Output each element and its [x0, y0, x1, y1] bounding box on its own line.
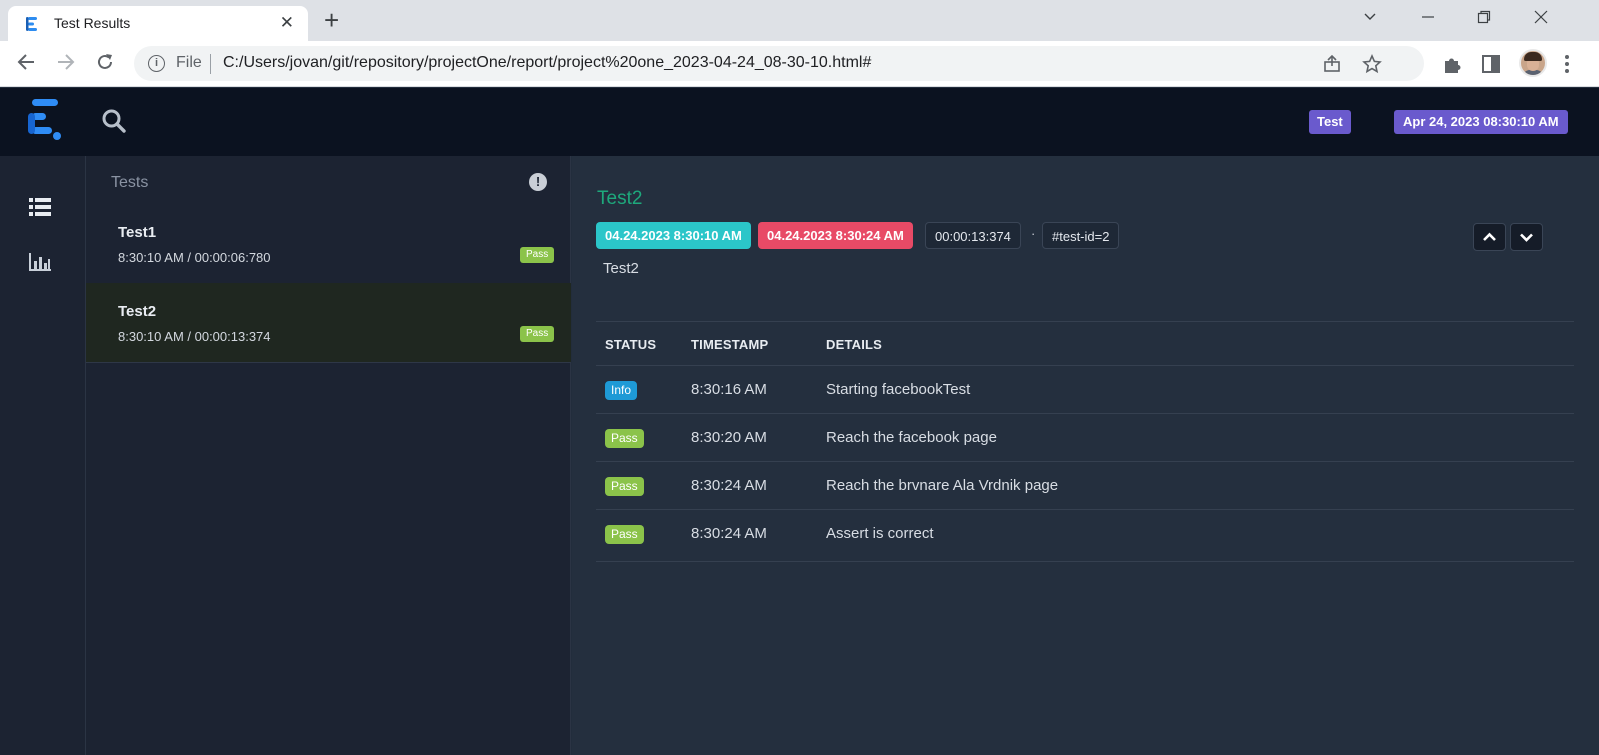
chevron-down-icon: [1520, 233, 1533, 242]
tab-title: Test Results: [54, 15, 131, 31]
test-status-badge: Pass: [520, 326, 555, 342]
test-list-panel: Tests ! Test1 8:30:10 AM / 00:00:06:780 …: [86, 156, 571, 755]
test-detail-panel: Test2 04.24.2023 8:30:10 AM 04.24.2023 8…: [572, 156, 1599, 755]
dashboard-chart-icon[interactable]: [28, 251, 52, 273]
address-prefix: File: [176, 54, 202, 71]
test-time-duration: 8:30:10 AM / 00:00:06:780: [118, 250, 271, 265]
forward-arrow-icon[interactable]: [55, 51, 77, 73]
end-time-chip: 04.24.2023 8:30:24 AM: [758, 222, 913, 249]
log-timestamp: 8:30:16 AM: [691, 381, 767, 398]
test-time-duration: 8:30:10 AM / 00:00:13:374: [118, 329, 271, 344]
site-info-icon[interactable]: i: [148, 55, 165, 72]
tab-search-chevron-icon[interactable]: [1363, 10, 1377, 24]
log-row: Pass 8:30:24 AM Assert is correct: [596, 509, 1574, 557]
nav-rail: [0, 156, 86, 755]
log-details: Reach the facebook page: [826, 429, 997, 446]
test-description: Test2: [603, 260, 639, 277]
log-timestamp: 8:30:24 AM: [691, 477, 767, 494]
back-arrow-icon[interactable]: [15, 51, 37, 73]
browser-tabstrip: Test Results ✕ +: [0, 0, 1599, 41]
start-time-chip: 04.24.2023 8:30:10 AM: [596, 222, 751, 249]
log-row: Pass 8:30:20 AM Reach the facebook page: [596, 413, 1574, 461]
log-table-bottom-border: [596, 561, 1574, 562]
chip-separator: ·: [1031, 226, 1036, 241]
browser-menu-icon[interactable]: [1562, 53, 1572, 75]
extent-report-favicon-icon: [26, 17, 37, 31]
log-details: Reach the brvnare Ala Vrdnik page: [826, 477, 1059, 494]
test-list-title: Tests: [111, 174, 149, 191]
extensions-puzzle-icon[interactable]: [1441, 53, 1463, 75]
column-header-status: STATUS: [605, 337, 657, 352]
tab-close-icon[interactable]: ✕: [280, 13, 294, 33]
reload-icon[interactable]: [94, 51, 116, 73]
side-panel-icon[interactable]: [1480, 53, 1502, 75]
report-header: Test Apr 24, 2023 08:30:10 AM: [0, 88, 1599, 156]
address-separator: [210, 54, 211, 74]
address-bar[interactable]: i File C:/Users/jovan/git/repository/pro…: [134, 46, 1424, 81]
test-id-chip: #test-id=2: [1042, 222, 1120, 249]
column-header-timestamp: TIMESTAMP: [691, 337, 769, 352]
browser-tab[interactable]: Test Results ✕: [8, 6, 308, 41]
log-status-badge: Pass: [605, 525, 644, 544]
status-filter-icon[interactable]: !: [529, 173, 547, 191]
extent-logo-icon[interactable]: [28, 99, 62, 141]
log-status-badge: Pass: [605, 477, 644, 496]
new-tab-button[interactable]: +: [324, 5, 339, 35]
restore-icon[interactable]: [1477, 10, 1491, 24]
chevron-up-icon: [1483, 232, 1496, 241]
profile-avatar[interactable]: [1519, 49, 1547, 77]
log-details: Assert is correct: [826, 525, 934, 542]
log-table-header: STATUS TIMESTAMP DETAILS: [596, 321, 1574, 365]
column-header-details: DETAILS: [826, 337, 883, 352]
previous-test-button[interactable]: [1473, 223, 1506, 251]
test-detail-title: Test2: [597, 188, 643, 209]
next-test-button[interactable]: [1510, 223, 1543, 251]
search-icon[interactable]: [101, 108, 127, 134]
bookmark-star-icon[interactable]: [1362, 54, 1382, 74]
log-row: Info 8:30:16 AM Starting facebookTest: [596, 365, 1574, 413]
test-name: Test2: [118, 303, 157, 320]
log-row: Pass 8:30:24 AM Reach the brvnare Ala Vr…: [596, 461, 1574, 509]
log-status-badge: Pass: [605, 429, 644, 448]
log-timestamp: 8:30:20 AM: [691, 429, 767, 446]
browser-toolbar: i File C:/Users/jovan/git/repository/pro…: [0, 41, 1599, 87]
date-badge: Apr 24, 2023 08:30:10 AM: [1394, 110, 1568, 134]
test-status-badge: Pass: [520, 247, 555, 263]
test-list-item-test2[interactable]: Test2 8:30:10 AM / 00:00:13:374 Pass: [86, 283, 571, 363]
log-timestamp: 8:30:24 AM: [691, 525, 767, 542]
tag-badge: Test: [1309, 110, 1351, 134]
test-name: Test1: [118, 224, 157, 241]
log-status-badge: Info: [605, 381, 638, 400]
duration-chip: 00:00:13:374: [925, 222, 1021, 249]
share-icon[interactable]: [1322, 54, 1342, 74]
test-list-item-test1[interactable]: Test1 8:30:10 AM / 00:00:06:780 Pass: [86, 204, 571, 284]
minimize-icon[interactable]: [1421, 10, 1435, 24]
test-list-view-icon[interactable]: [28, 196, 52, 218]
url-text[interactable]: C:/Users/jovan/git/repository/projectOne…: [223, 54, 871, 72]
close-window-icon[interactable]: [1534, 10, 1548, 24]
log-details: Starting facebookTest: [826, 381, 971, 398]
